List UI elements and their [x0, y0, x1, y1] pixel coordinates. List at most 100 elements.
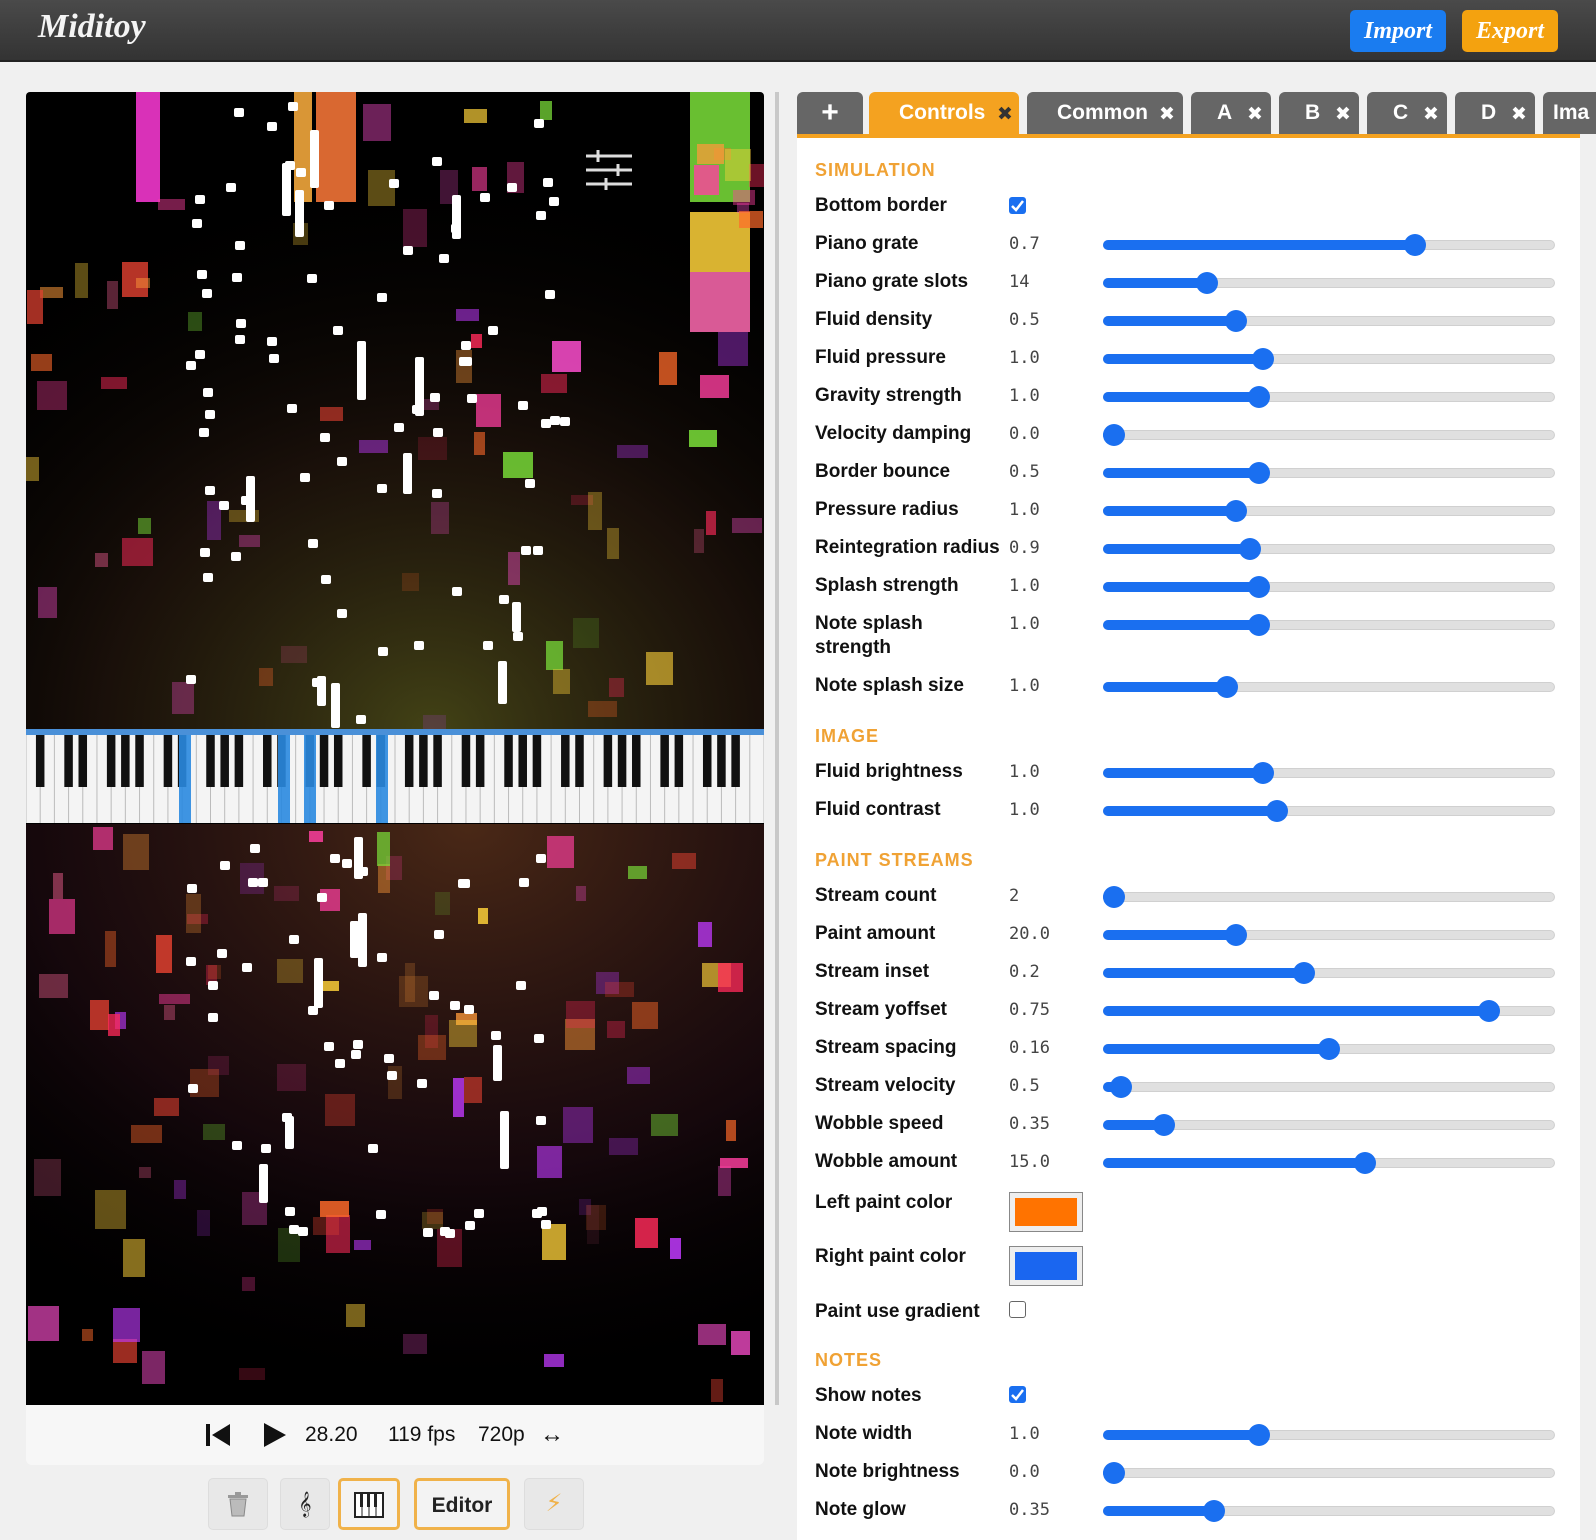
paint-use-gradient-checkbox[interactable]	[1009, 1301, 1026, 1318]
slider-thumb[interactable]	[1293, 962, 1316, 984]
show-notes-label: Show notes	[815, 1385, 922, 1406]
slider-thumb[interactable]	[1225, 500, 1248, 522]
tab-c[interactable]: C ✖	[1367, 92, 1447, 134]
panel-divider[interactable]	[775, 92, 779, 1405]
control-slider[interactable]	[1103, 1500, 1555, 1522]
slider-thumb[interactable]	[1153, 1114, 1176, 1136]
bottom-border-checkbox[interactable]	[1009, 197, 1026, 214]
control-slider[interactable]	[1103, 886, 1555, 908]
slider-thumb[interactable]	[1247, 462, 1270, 484]
control-slider[interactable]	[1103, 1424, 1555, 1446]
tab-d[interactable]: D ✖	[1455, 92, 1535, 134]
close-icon[interactable]: ✖	[1159, 94, 1175, 136]
slider-thumb[interactable]	[1103, 1462, 1126, 1484]
slider-track[interactable]	[1103, 892, 1555, 902]
close-icon[interactable]: ✖	[997, 94, 1013, 136]
slider-track[interactable]	[1103, 430, 1555, 440]
slider-thumb[interactable]	[1354, 1152, 1377, 1174]
note-dot	[330, 854, 340, 863]
tab-a[interactable]: A ✖	[1191, 92, 1271, 134]
control-slider[interactable]	[1103, 272, 1555, 294]
show-notes-checkbox[interactable]	[1009, 1386, 1026, 1403]
slider-thumb[interactable]	[1110, 1076, 1133, 1098]
control-slider[interactable]	[1103, 424, 1555, 446]
slider-thumb[interactable]	[1478, 1000, 1501, 1022]
tab-image[interactable]: Ima	[1543, 92, 1596, 134]
control-slider[interactable]	[1103, 614, 1555, 636]
tab-b[interactable]: B ✖	[1279, 92, 1359, 134]
slider-thumb[interactable]	[1247, 1424, 1270, 1446]
control-slider[interactable]	[1103, 924, 1555, 946]
slider-thumb[interactable]	[1247, 386, 1270, 408]
editor-button[interactable]: Editor	[414, 1478, 510, 1530]
slider-thumb[interactable]	[1216, 676, 1239, 698]
slider-thumb[interactable]	[1202, 1500, 1225, 1522]
treble-clef-button[interactable]: 𝄞	[280, 1478, 330, 1530]
slider-track[interactable]	[1103, 1082, 1555, 1092]
slider-thumb[interactable]	[1238, 538, 1261, 560]
close-icon[interactable]: ✖	[1511, 94, 1527, 136]
control-slider[interactable]	[1103, 234, 1555, 256]
pixel-block	[544, 1354, 564, 1367]
trash-button[interactable]	[208, 1478, 268, 1530]
control-slider[interactable]	[1103, 462, 1555, 484]
visualizer-canvas[interactable]	[26, 92, 764, 1405]
slider-thumb[interactable]	[1266, 800, 1289, 822]
lightning-button[interactable]: ⚡	[524, 1478, 584, 1530]
control-slider[interactable]	[1103, 310, 1555, 332]
note-dot	[541, 1220, 551, 1229]
slider-thumb[interactable]	[1403, 234, 1426, 256]
note-dot	[289, 935, 299, 944]
slider-thumb[interactable]	[1247, 576, 1270, 598]
control-slider[interactable]	[1103, 500, 1555, 522]
slider-thumb[interactable]	[1318, 1038, 1340, 1060]
export-button[interactable]: Export	[1462, 10, 1558, 52]
close-icon[interactable]: ✖	[1335, 94, 1351, 136]
note-dot	[498, 661, 507, 704]
slider-thumb[interactable]	[1252, 762, 1275, 784]
control-slider[interactable]	[1103, 1152, 1555, 1174]
control-slider[interactable]	[1103, 1462, 1555, 1484]
pixel-block	[474, 432, 485, 455]
pixel-block	[546, 641, 563, 670]
skip-back-icon[interactable]	[204, 1421, 232, 1449]
control-slider[interactable]	[1103, 348, 1555, 370]
slider-thumb[interactable]	[1103, 886, 1126, 908]
right-paint-color-picker[interactable]	[1009, 1246, 1083, 1286]
close-icon[interactable]: ✖	[1247, 94, 1263, 136]
pixel-block	[694, 529, 704, 553]
control-slider[interactable]	[1103, 1000, 1555, 1022]
resolution-select[interactable]: 720p	[478, 1405, 525, 1465]
control-slider[interactable]	[1103, 576, 1555, 598]
piano-view-button[interactable]	[338, 1478, 400, 1530]
slider-thumb[interactable]	[1247, 614, 1270, 636]
tab-common[interactable]: Common ✖	[1027, 92, 1183, 134]
slider-thumb[interactable]	[1103, 424, 1126, 446]
play-icon[interactable]	[262, 1421, 288, 1449]
left-paint-color-picker[interactable]	[1009, 1192, 1083, 1232]
note-dot	[285, 1207, 295, 1216]
control-slider[interactable]	[1103, 676, 1555, 698]
expand-icon[interactable]: ↔	[540, 1405, 564, 1465]
close-icon[interactable]: ✖	[1423, 94, 1439, 136]
slider-thumb[interactable]	[1225, 924, 1248, 946]
control-slider[interactable]	[1103, 386, 1555, 408]
control-slider[interactable]	[1103, 962, 1555, 984]
add-tab-button[interactable]: +	[797, 92, 863, 134]
note-dot	[234, 108, 244, 117]
note-dot	[219, 501, 229, 510]
note-dot	[488, 326, 498, 335]
control-slider[interactable]	[1103, 1076, 1555, 1098]
control-slider[interactable]	[1103, 762, 1555, 784]
slider-thumb[interactable]	[1252, 348, 1275, 370]
slider-thumb[interactable]	[1225, 310, 1248, 332]
slider-thumb[interactable]	[1195, 272, 1218, 294]
slider-track[interactable]	[1103, 1468, 1555, 1478]
control-slider[interactable]	[1103, 800, 1555, 822]
control-slider[interactable]	[1103, 538, 1555, 560]
control-slider[interactable]	[1103, 1038, 1555, 1060]
slider-fill	[1103, 240, 1415, 250]
control-slider[interactable]	[1103, 1114, 1555, 1136]
tab-controls[interactable]: Controls ✖	[869, 92, 1019, 134]
import-button[interactable]: Import	[1350, 10, 1446, 52]
